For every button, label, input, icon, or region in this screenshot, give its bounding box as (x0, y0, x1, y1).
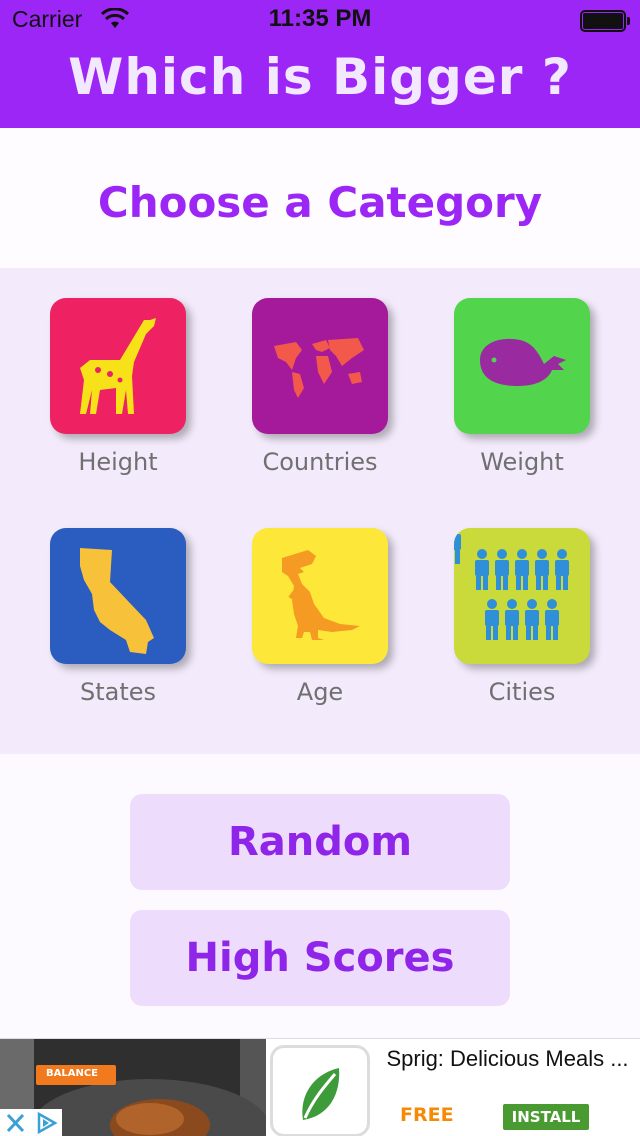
high-scores-button[interactable]: High Scores (130, 910, 510, 1006)
category-age-button[interactable] (252, 528, 388, 664)
leaf-icon (302, 1068, 340, 1120)
california-icon (80, 548, 154, 654)
app-header: Carrier 11:35 PM Which is Bigger ? (0, 0, 640, 128)
category-cities-button[interactable] (454, 528, 590, 664)
ad-title[interactable]: Sprig: Delicious Meals ... (380, 1045, 635, 1073)
dinosaur-icon (282, 550, 360, 640)
random-button[interactable]: Random (130, 794, 510, 890)
ad-app-logo[interactable] (270, 1045, 370, 1136)
clock: 11:35 PM (268, 5, 372, 32)
category-states-button[interactable] (50, 528, 186, 664)
category-weight-label: Weight (480, 448, 564, 476)
action-buttons-area: Random High Scores (0, 754, 640, 1038)
world-map-icon (274, 338, 364, 398)
ad-choices[interactable] (0, 1109, 62, 1136)
category-height-label: Height (78, 448, 158, 476)
ad-price-label: FREE (400, 1104, 454, 1126)
category-cities-label: Cities (488, 678, 556, 706)
whale-icon (480, 338, 566, 386)
category-countries-label: Countries (262, 448, 378, 476)
ad-install-button[interactable]: INSTALL (503, 1104, 589, 1130)
category-weight-button[interactable] (454, 298, 590, 434)
category-heading: Choose a Category (97, 178, 543, 227)
category-grid: Height Countries Weight States Age Citie… (0, 268, 640, 754)
category-age-label: Age (296, 678, 344, 706)
category-countries-button[interactable] (252, 298, 388, 434)
category-states-label: States (79, 678, 157, 706)
giraffe-icon (80, 318, 156, 414)
app-title: Which is Bigger ? (68, 48, 572, 106)
ad-close-icon[interactable] (0, 1109, 31, 1136)
battery-icon (580, 10, 630, 32)
people-icon (454, 528, 569, 640)
ad-choices-icon[interactable] (31, 1109, 62, 1136)
ad-brand-badge: BALANCE (46, 1068, 99, 1079)
category-height-button[interactable] (50, 298, 186, 434)
status-bar: Carrier 11:35 PM (0, 0, 640, 40)
